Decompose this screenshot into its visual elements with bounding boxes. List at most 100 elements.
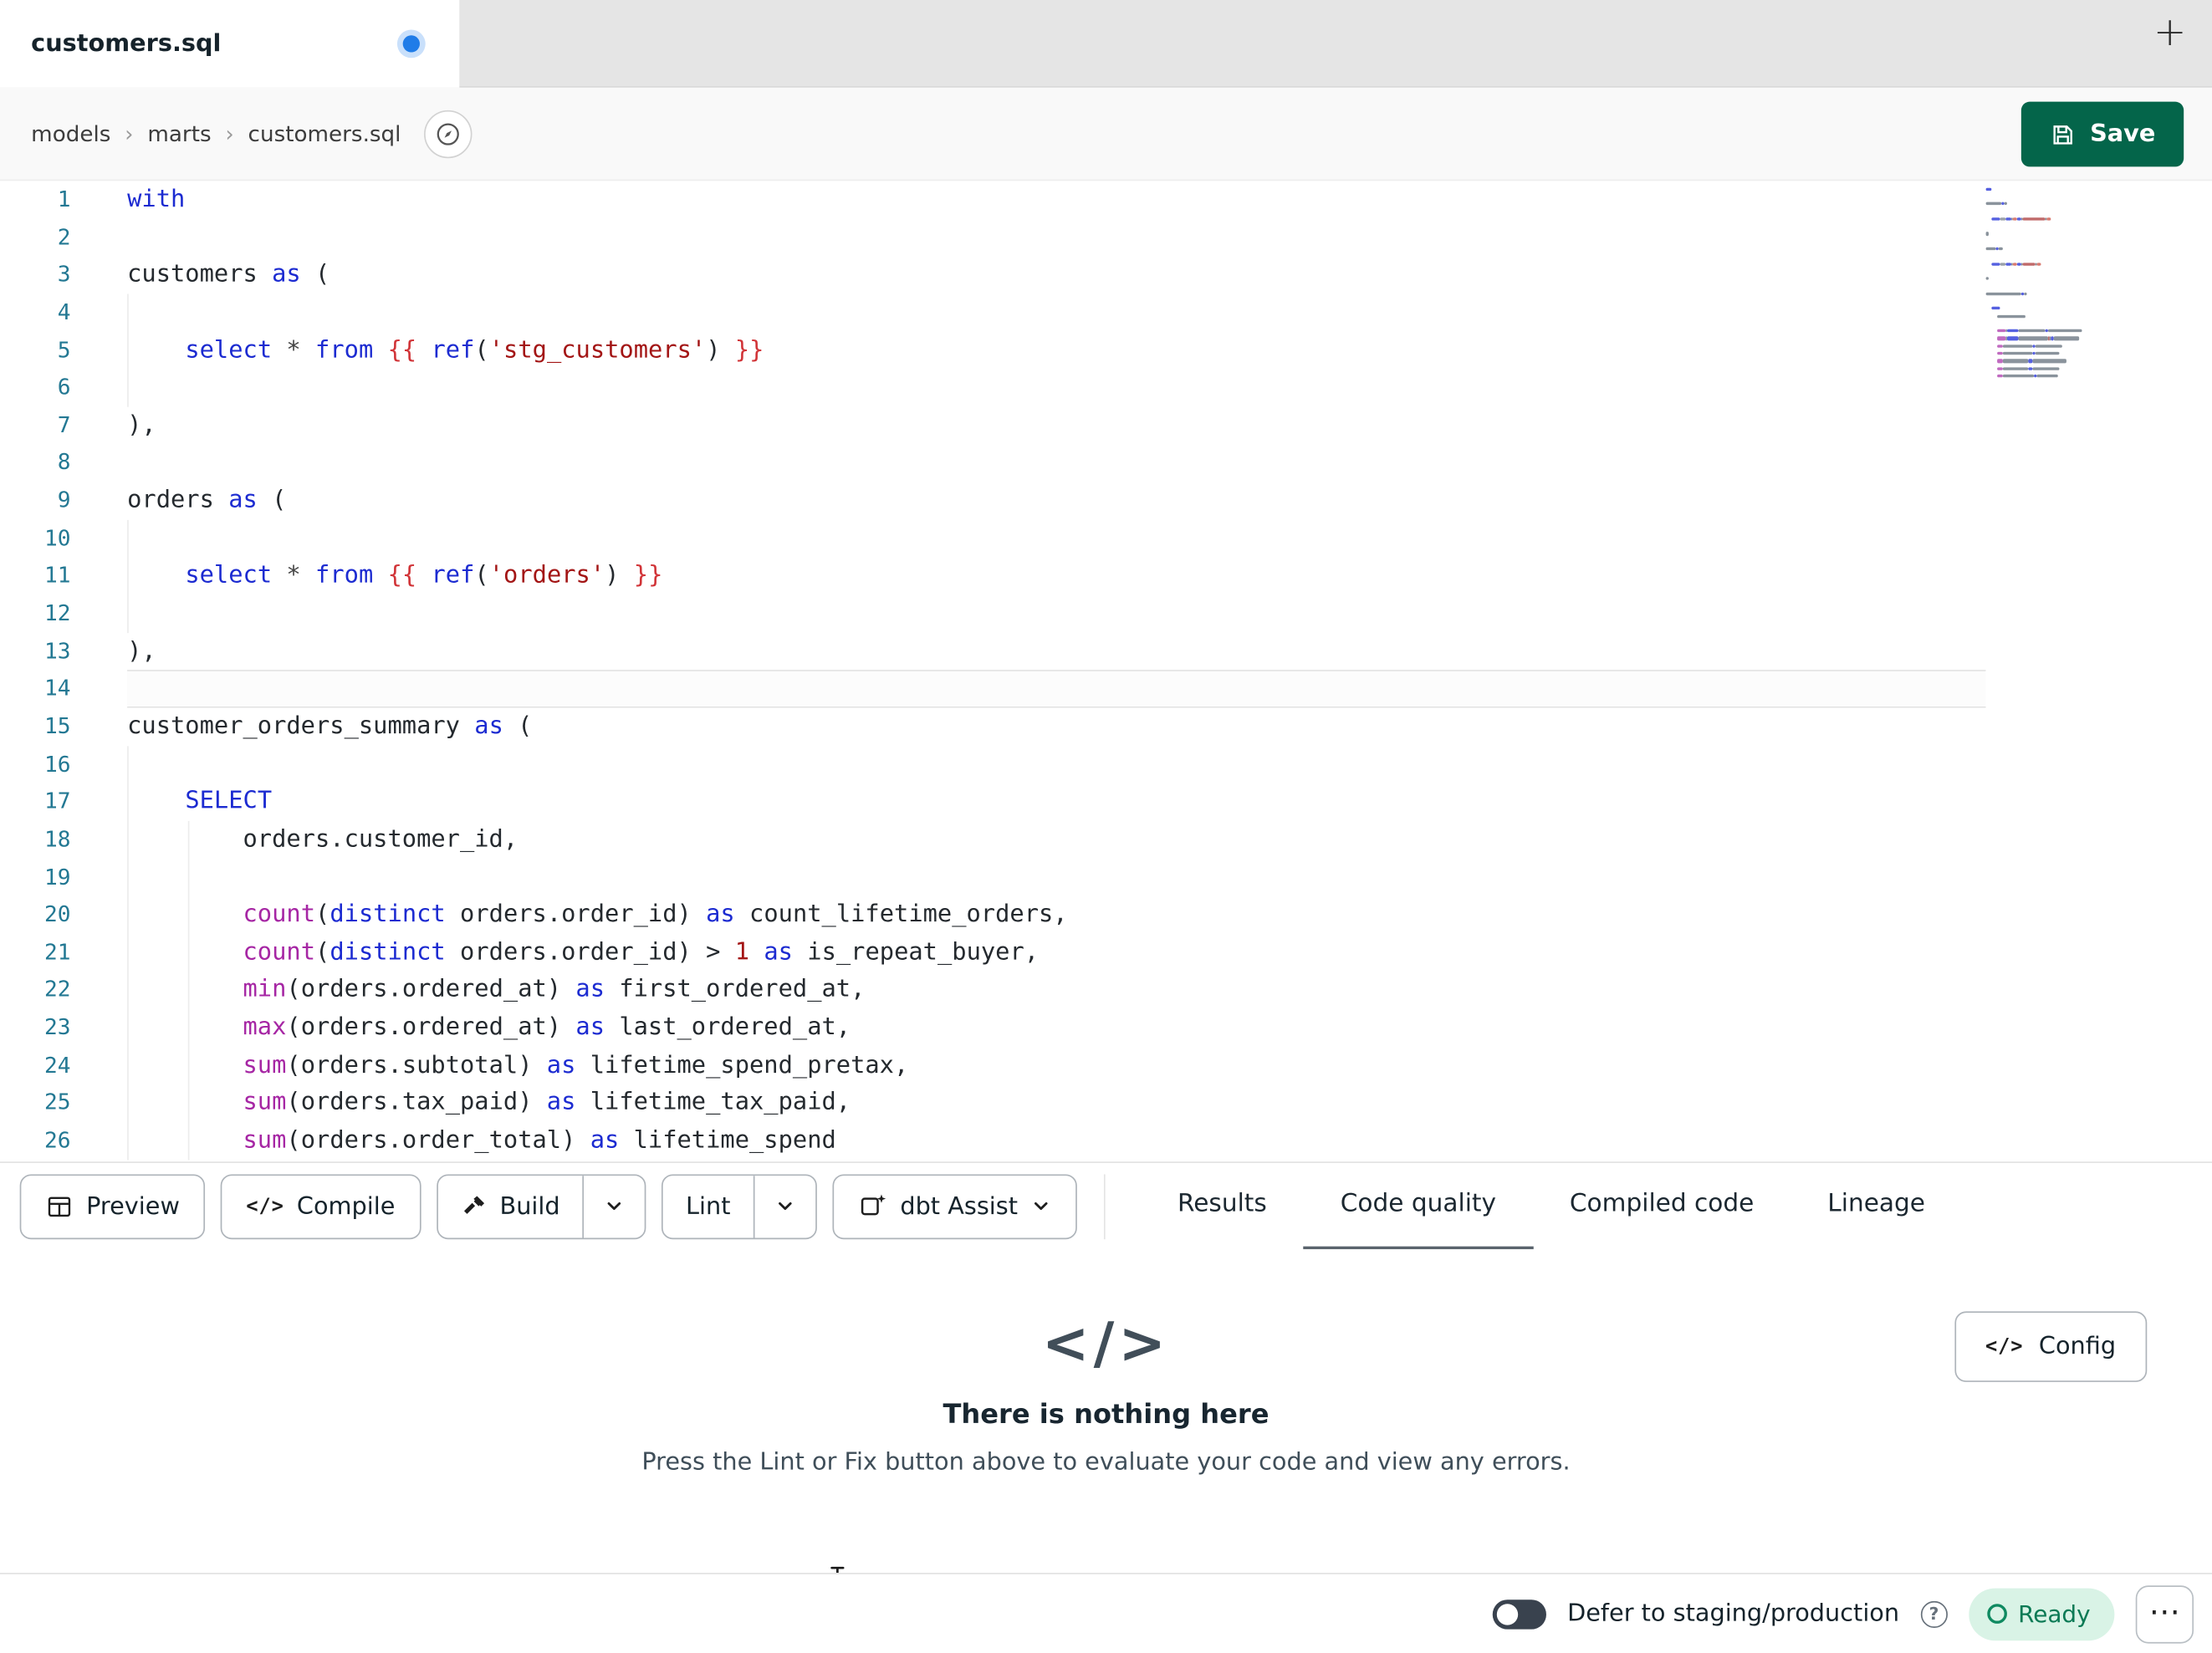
panel-tab-lineage[interactable]: Lineage [1791, 1162, 1962, 1250]
status-circle-icon [1986, 1604, 2007, 1624]
code-line[interactable]: 5 select * from {{ ref('stg_customers') … [0, 331, 2212, 369]
code-line[interactable]: 15 customer_orders_summary as ( [0, 708, 2212, 746]
line-number[interactable]: 19 [0, 859, 71, 896]
lint-button[interactable]: Lint [663, 1175, 754, 1237]
lint-dropdown-button[interactable] [753, 1175, 815, 1237]
line-content: sum(orders.subtotal) as lifetime_spend_p… [243, 1050, 909, 1079]
build-button[interactable]: Build [437, 1175, 583, 1237]
breadcrumb-item-marts[interactable]: marts [147, 121, 211, 146]
code-line[interactable]: 14 [0, 670, 2212, 708]
help-icon[interactable]: ? [1920, 1600, 1948, 1628]
minimap-line [1986, 372, 2116, 380]
line-number[interactable]: 11 [0, 558, 71, 595]
code-line[interactable]: 7), [0, 406, 2212, 444]
code-line[interactable]: 3 customers as ( [0, 256, 2212, 293]
code-line[interactable]: 26 sum(orders.order_total) as lifetime_s… [0, 1122, 2212, 1160]
code-line[interactable]: 21 count(distinct orders.order_id) > 1 a… [0, 934, 2212, 972]
breadcrumb-bar: models › marts › customers.sql Save [0, 87, 2212, 181]
line-number[interactable]: 3 [0, 256, 71, 293]
panel-tabs: Results Code quality Compiled code Lineage [1141, 1162, 1962, 1250]
minimap-line [1986, 313, 2116, 320]
line-number[interactable]: 9 [0, 482, 71, 520]
breadcrumb-item-customers-sql[interactable]: customers.sql [248, 121, 401, 146]
minimap-line [1986, 237, 2116, 245]
results-panel: </> Config </> There is nothing here Pre… [0, 1249, 2212, 1574]
line-number[interactable]: 21 [0, 934, 71, 972]
line-number[interactable]: 13 [0, 633, 71, 671]
code-line[interactable]: 6 [0, 369, 2212, 406]
lint-split-button: Lint [662, 1173, 817, 1239]
compile-button[interactable]: </> Compile [220, 1173, 421, 1239]
line-number[interactable]: 23 [0, 1009, 71, 1047]
tab-customers-sql[interactable]: customers.sql [0, 0, 460, 88]
panel-tab-compiled-code[interactable]: Compiled code [1533, 1162, 1791, 1250]
save-button[interactable]: Save [2020, 101, 2184, 167]
line-content [127, 520, 2212, 558]
minimap[interactable] [1985, 185, 2116, 380]
config-button[interactable]: </> Config [1954, 1311, 2148, 1382]
dbt-assist-label: dbt Assist [900, 1191, 1019, 1221]
code-line[interactable]: 22 min(orders.ordered_at) as first_order… [0, 972, 2212, 1009]
line-number[interactable]: 24 [0, 1047, 71, 1084]
code-line[interactable]: 17 SELECT [0, 783, 2212, 821]
code-line[interactable]: 13), [0, 633, 2212, 671]
build-split-button: Build [436, 1173, 646, 1239]
save-icon [2049, 121, 2076, 148]
code-line[interactable]: 12 [0, 595, 2212, 633]
model-compass-icon-button[interactable] [423, 109, 472, 158]
line-number[interactable]: 15 [0, 708, 71, 746]
panel-tab-code-quality[interactable]: Code quality [1303, 1162, 1533, 1250]
ready-status-badge[interactable]: Ready [1968, 1587, 2115, 1640]
line-number[interactable]: 7 [0, 406, 71, 444]
code-line[interactable]: 16 [0, 746, 2212, 783]
line-number[interactable]: 8 [0, 445, 71, 482]
line-number[interactable]: 10 [0, 520, 71, 558]
code-line[interactable]: 25 sum(orders.tax_paid) as lifetime_tax_… [0, 1084, 2212, 1122]
code-line[interactable]: 20 count(distinct orders.order_id) as co… [0, 896, 2212, 934]
code-line[interactable]: 18 orders.customer_id, [0, 821, 2212, 859]
breadcrumb-item-models[interactable]: models [31, 121, 110, 146]
preview-button[interactable]: Preview [19, 1173, 206, 1239]
line-number[interactable]: 20 [0, 896, 71, 934]
code-line[interactable]: 4 [0, 293, 2212, 331]
line-number[interactable]: 6 [0, 369, 71, 406]
line-number[interactable]: 17 [0, 783, 71, 821]
line-number[interactable]: 26 [0, 1122, 71, 1160]
code-line[interactable]: 24 sum(orders.subtotal) as lifetime_spen… [0, 1047, 2212, 1084]
build-dropdown-button[interactable] [582, 1175, 645, 1237]
line-content [127, 595, 2212, 633]
line-number[interactable]: 2 [0, 218, 71, 256]
line-number[interactable]: 4 [0, 293, 71, 331]
code-line[interactable]: 2 [0, 218, 2212, 256]
line-number[interactable]: 1 [0, 181, 71, 218]
line-number[interactable]: 25 [0, 1084, 71, 1122]
code-line[interactable]: 1 with [0, 181, 2212, 218]
new-tab-button[interactable]: + [2153, 12, 2187, 52]
code-editor[interactable]: 1 with 2 3 customers as (4 5 select * from {{… [0, 181, 2212, 1162]
line-number[interactable]: 12 [0, 595, 71, 633]
line-content: orders.customer_id, [127, 824, 519, 854]
line-content: orders as ( [127, 486, 287, 515]
line-number[interactable]: 14 [0, 671, 71, 708]
more-options-button[interactable]: ⋯ [2135, 1584, 2194, 1643]
unsaved-changes-dot [402, 35, 420, 53]
minimap-line [1986, 357, 2116, 365]
code-line[interactable]: 11 select * from {{ ref('orders') }} [0, 558, 2212, 595]
code-line[interactable]: 9 orders as ( [0, 482, 2212, 520]
line-content: customers as ( [127, 260, 330, 289]
line-number[interactable]: 22 [0, 972, 71, 1009]
breadcrumb-separator: › [225, 120, 234, 146]
code-line[interactable]: 8 [0, 445, 2212, 482]
code-line[interactable]: 19 [0, 859, 2212, 896]
line-number[interactable]: 5 [0, 331, 71, 369]
minimap-line [1986, 207, 2116, 215]
line-number[interactable]: 18 [0, 821, 71, 859]
indent-guide [127, 519, 129, 634]
dbt-assist-button[interactable]: dbt Assist [832, 1173, 1078, 1239]
line-number[interactable]: 16 [0, 746, 71, 783]
code-line[interactable]: 10 [0, 520, 2212, 558]
code-line[interactable]: 23 max(orders.ordered_at) as last_ordere… [0, 1009, 2212, 1047]
defer-toggle[interactable] [1492, 1599, 1546, 1629]
panel-tab-results[interactable]: Results [1141, 1162, 1304, 1250]
defer-label: Defer to staging/production [1567, 1599, 1900, 1628]
